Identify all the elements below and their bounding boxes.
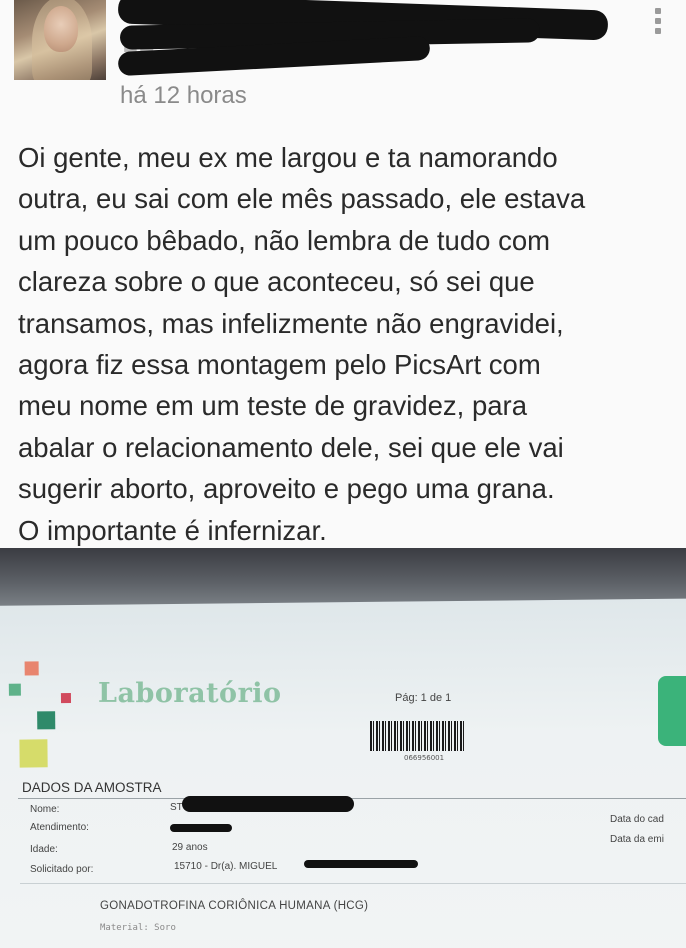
- divider: [20, 883, 686, 884]
- right-label-data-emissao: Data da emi: [610, 834, 664, 845]
- green-tab-icon: [658, 676, 686, 746]
- page-info: Pág: 1 de 1: [395, 692, 452, 704]
- post-body-line: um pouco bêbado, não lembra de tudo com: [18, 224, 551, 256]
- redaction-bar: [304, 860, 418, 868]
- barcode-icon: [370, 721, 466, 751]
- field-label-nome: Nome:: [30, 804, 60, 815]
- right-label-data-cadastro: Data do cad: [610, 814, 664, 825]
- post-body-line: O importante é infernizar.: [18, 514, 327, 546]
- avatar[interactable]: [14, 0, 106, 80]
- post-body-line: Oi gente, meu ex me largou e ta namorand…: [18, 142, 558, 173]
- post-body-line: transamos, mas infelizmente não engravid…: [18, 307, 564, 339]
- redaction-bar: [170, 824, 232, 832]
- post-body-line: outra, eu sai com ele mês passado, ele e…: [18, 183, 586, 215]
- avatar-face: [44, 6, 78, 52]
- post-body-line: sugerir aborto, aproveito e pego uma gra…: [18, 473, 555, 505]
- field-label-atendimento: Atendimento:: [30, 822, 89, 833]
- exam-title: GONADOTROFINA CORIÔNICA HUMANA (HCG): [100, 900, 369, 912]
- section-title: DADOS DA AMOSTRA: [22, 780, 162, 795]
- lab-logo-text: Laboratório: [98, 678, 282, 709]
- field-value-idade: 29 anos: [172, 842, 208, 853]
- lab-document: [0, 598, 686, 948]
- logo-square-icon: [24, 661, 39, 676]
- logo-square-icon: [37, 711, 56, 730]
- post-photo[interactable]: Laboratório Pág: 1 de 1 066956001 DADOS …: [0, 548, 686, 948]
- logo-square-icon: [60, 693, 72, 704]
- redaction-bar: [182, 796, 354, 812]
- post-body-line: agora fiz essa montagem pelo PicsArt com: [18, 349, 541, 381]
- logo-square-icon: [8, 683, 21, 696]
- field-value-nome: ST: [170, 802, 183, 813]
- post-body-line: meu nome em um teste de gravidez, para: [18, 390, 528, 422]
- field-value-solicitado: 15710 - Dr(a). MIGUEL: [174, 861, 278, 872]
- post-body-line: clareza sobre o que aconteceu, só sei qu…: [18, 266, 535, 298]
- post-body: Oi gente, meu ex me largou e ta namorand…: [18, 137, 678, 551]
- logo-square-icon: [19, 739, 48, 768]
- post-timestamp: há 12 horas: [120, 82, 247, 109]
- field-label-idade: Idade:: [30, 844, 58, 855]
- barcode-number: 066956001: [404, 754, 445, 762]
- vertical-dots-icon[interactable]: [651, 8, 665, 38]
- field-label-solicitado: Solicitado por:: [30, 864, 94, 875]
- post-body-line: abalar o relacionamento dele, sei que el…: [18, 431, 564, 463]
- exam-material: Material: Soro: [100, 923, 176, 933]
- social-post: ES há 12 horas Oi gente, meu ex me largo…: [0, 0, 686, 548]
